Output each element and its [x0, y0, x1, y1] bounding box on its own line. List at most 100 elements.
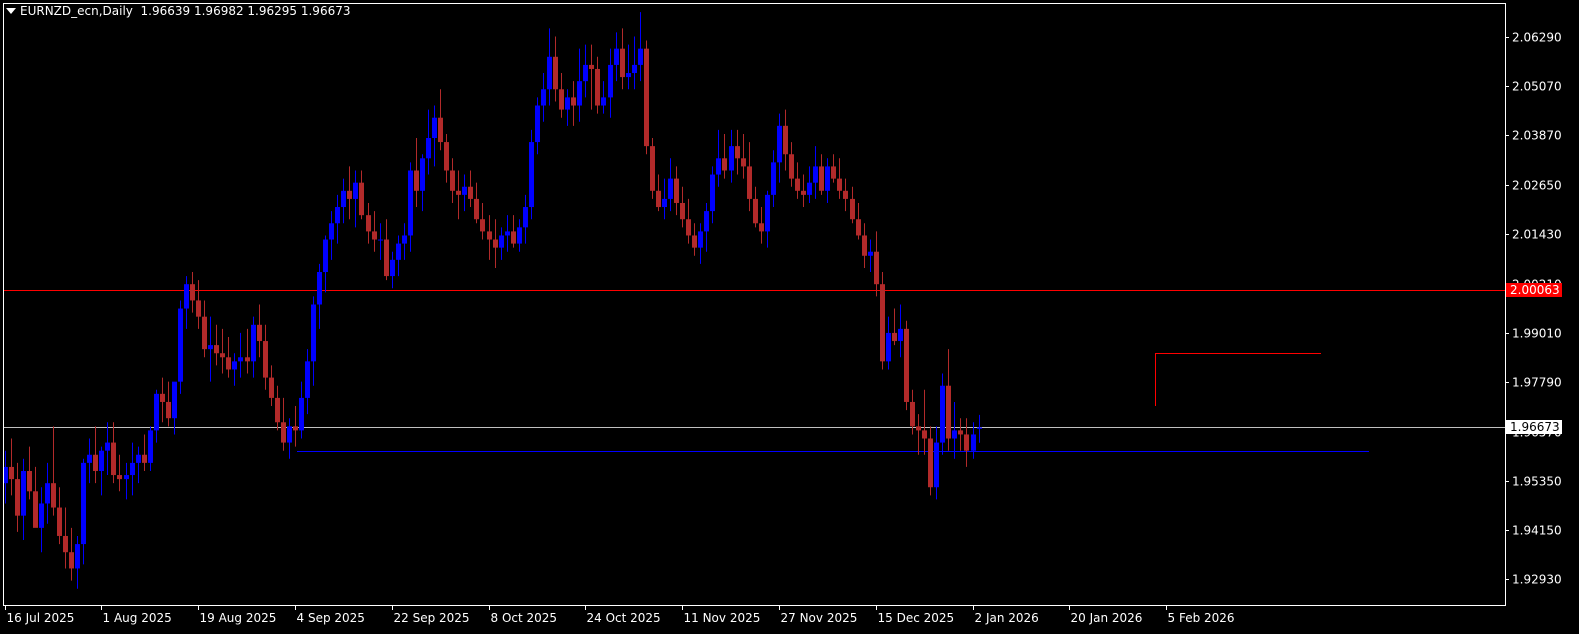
candle-body: [257, 324, 262, 342]
candle-body: [940, 385, 945, 443]
candle-body: [438, 117, 443, 143]
candle: [904, 320, 909, 411]
candle-body: [208, 345, 213, 350]
candle-body: [63, 535, 68, 553]
candle-body: [698, 231, 703, 248]
candle-body: [608, 64, 613, 98]
candle-body: [722, 158, 727, 171]
candle-body: [916, 426, 921, 431]
candle-body: [232, 361, 237, 370]
candle-body: [111, 442, 116, 476]
candle-body: [378, 239, 383, 241]
candle-body: [214, 345, 219, 354]
candle-body: [384, 239, 389, 277]
candle-body: [468, 186, 473, 199]
candle-body: [366, 215, 371, 232]
price-chart[interactable]: 2.062902.050702.038702.026502.014302.002…: [0, 0, 1579, 634]
candle-body: [124, 475, 129, 480]
candle-body: [15, 479, 20, 516]
candle-body: [426, 138, 431, 159]
candle-body: [317, 272, 322, 305]
candle-body: [565, 97, 570, 110]
candle-body: [420, 158, 425, 191]
candle-body: [595, 68, 600, 106]
candle-body: [964, 434, 969, 451]
candle-body: [99, 450, 104, 471]
candle-body: [359, 182, 364, 216]
candle-body: [196, 300, 201, 317]
candle-body: [898, 328, 903, 342]
time-tick-label: 1 Aug 2025: [103, 611, 172, 625]
candle-body: [571, 97, 576, 106]
candle-body: [69, 552, 74, 569]
time-tick-label: 8 Oct 2025: [491, 611, 558, 625]
price-tick-label: 2.02650: [1512, 179, 1562, 193]
candle-body: [154, 393, 159, 431]
candle-body: [341, 190, 346, 208]
candle-body: [269, 377, 274, 398]
candle-body: [335, 207, 340, 224]
candle-body: [117, 475, 122, 480]
candle-body: [172, 381, 177, 419]
candle-body: [402, 235, 407, 244]
candle-body: [614, 48, 619, 65]
chart-window[interactable]: 2.062902.050702.038702.026502.014302.002…: [0, 0, 1579, 634]
candle-body: [837, 178, 842, 191]
candle-body: [517, 227, 522, 244]
candle-body: [946, 385, 951, 439]
candle-body: [396, 243, 401, 260]
red-line-price-label: 2.00063: [1510, 283, 1560, 297]
candle-body: [493, 239, 498, 248]
candle-body: [160, 393, 165, 402]
candle-body: [825, 166, 830, 191]
candle-body: [910, 401, 915, 427]
candle-body: [329, 223, 334, 240]
candle-body: [656, 190, 661, 208]
candle-body: [729, 146, 734, 171]
candle-body: [372, 231, 377, 240]
candle-body: [577, 81, 582, 106]
candle-body: [553, 56, 558, 90]
candle-body: [220, 353, 225, 358]
candle-body: [93, 454, 98, 471]
price-tick-label: 1.99010: [1512, 327, 1562, 341]
time-tick-label: 5 Feb 2026: [1168, 611, 1235, 625]
candle-body: [238, 357, 243, 362]
candle-body: [892, 332, 897, 342]
triangle-down-icon[interactable]: [6, 7, 16, 14]
price-tick-label: 1.97790: [1512, 376, 1562, 390]
candle-body: [868, 251, 873, 256]
candle-body: [202, 316, 207, 350]
candle-body: [668, 178, 673, 199]
price-tick-label: 2.06290: [1512, 31, 1562, 45]
candle-body: [795, 178, 800, 191]
candle-body: [529, 142, 534, 208]
candle-body: [589, 64, 594, 69]
symbol-title: EURNZD_ecn,Daily: [20, 4, 133, 18]
candle-body: [75, 544, 80, 569]
candle-body: [130, 462, 135, 476]
candle: [880, 272, 885, 370]
candle-body: [293, 426, 298, 431]
candle-body: [952, 430, 957, 439]
ohlc-values: 1.96639 1.96982 1.96295 1.96673: [140, 4, 351, 18]
candle-body: [862, 235, 867, 256]
candle-body: [226, 357, 231, 370]
candle-body: [51, 483, 56, 508]
candle-body: [850, 198, 855, 220]
candle-body: [462, 186, 467, 195]
candle-body: [765, 194, 770, 232]
candle-body: [353, 182, 358, 199]
candle-body: [753, 198, 758, 224]
candle-body: [644, 48, 649, 147]
candle-body: [934, 442, 939, 488]
candle-body: [305, 361, 310, 398]
candle-body: [390, 259, 395, 277]
candle-body: [819, 166, 824, 191]
candle-body: [686, 219, 691, 236]
candle: [644, 40, 649, 155]
candle-body: [783, 125, 788, 155]
candle-body: [39, 503, 44, 528]
time-tick-label: 2 Jan 2026: [975, 611, 1039, 625]
candle-body: [541, 89, 546, 106]
